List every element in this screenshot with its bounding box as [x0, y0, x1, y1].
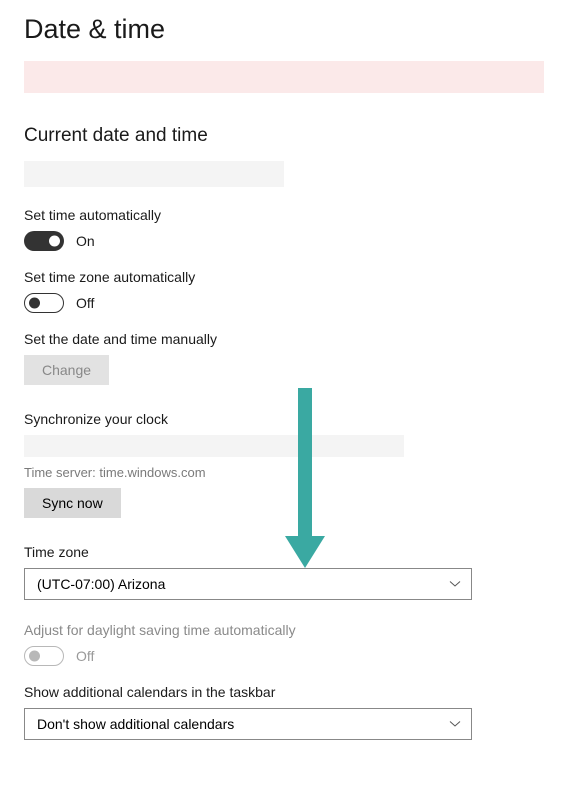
time-zone-value: (UTC-07:00) Arizona	[37, 576, 165, 592]
toggle-set-zone-auto-state: Off	[76, 295, 94, 311]
toggle-set-time-auto[interactable]	[24, 231, 64, 251]
chevron-down-icon	[449, 718, 461, 730]
change-button[interactable]: Change	[24, 355, 109, 385]
redacted-sync-info	[24, 435, 404, 457]
label-time-zone: Time zone	[24, 544, 544, 560]
sync-now-button[interactable]: Sync now	[24, 488, 121, 518]
label-sync-clock: Synchronize your clock	[24, 411, 544, 427]
time-zone-select[interactable]: (UTC-07:00) Arizona	[24, 568, 472, 600]
redacted-banner	[24, 61, 544, 93]
chevron-down-icon	[449, 578, 461, 590]
time-server-text: Time server: time.windows.com	[24, 465, 544, 480]
page-title: Date & time	[24, 14, 544, 45]
label-set-time-auto: Set time automatically	[24, 207, 544, 223]
section-current-date-time: Current date and time	[24, 125, 544, 147]
label-set-manual: Set the date and time manually	[24, 331, 544, 347]
label-set-zone-auto: Set time zone automatically	[24, 269, 544, 285]
toggle-dst	[24, 646, 64, 666]
toggle-set-zone-auto[interactable]	[24, 293, 64, 313]
additional-calendars-select[interactable]: Don't show additional calendars	[24, 708, 472, 740]
label-additional-calendars: Show additional calendars in the taskbar	[24, 684, 544, 700]
toggle-dst-state: Off	[76, 648, 94, 664]
label-dst: Adjust for daylight saving time automati…	[24, 622, 544, 638]
toggle-set-time-auto-state: On	[76, 233, 95, 249]
additional-calendars-value: Don't show additional calendars	[37, 716, 234, 732]
redacted-date-time	[24, 161, 284, 187]
